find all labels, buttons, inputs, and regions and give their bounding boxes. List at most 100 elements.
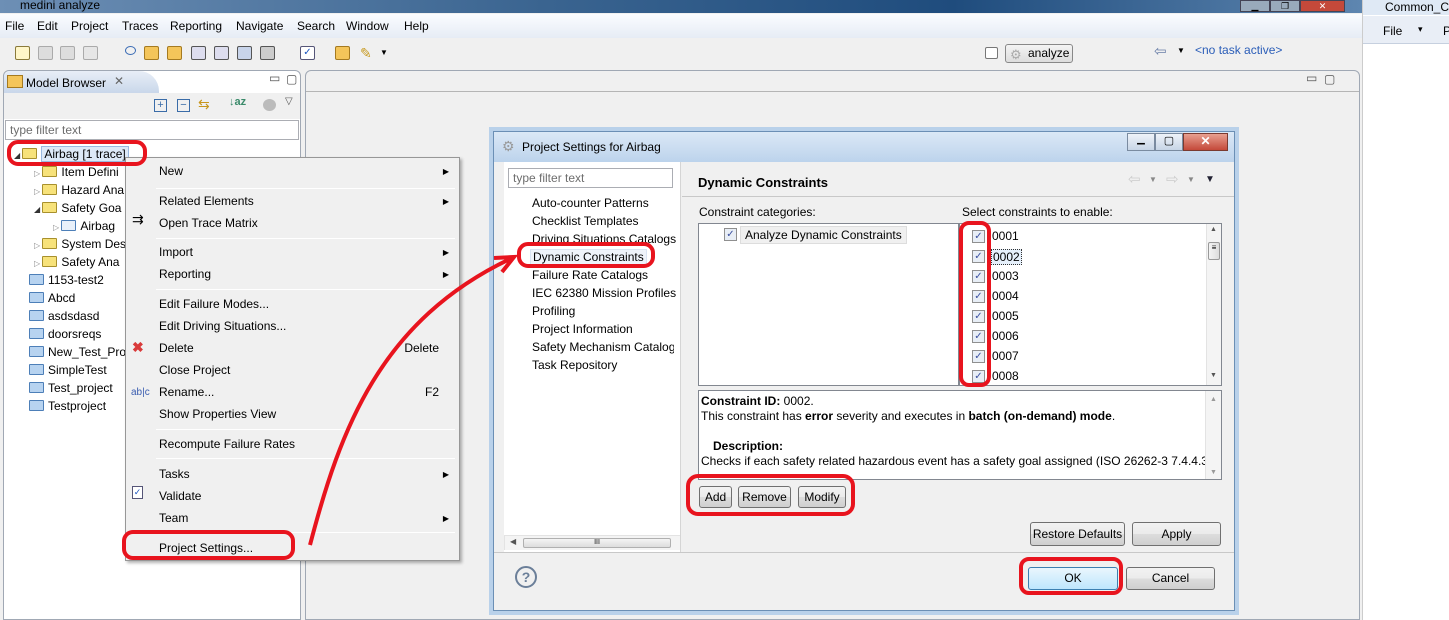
print-icon[interactable] <box>60 46 75 60</box>
remove-button[interactable]: Remove <box>738 486 791 508</box>
menu-help[interactable]: Help <box>404 19 429 33</box>
menu-item-edit-driving-situations[interactable]: Edit Driving Situations... <box>159 319 286 333</box>
minimize-button[interactable]: ▁ <box>1240 0 1270 12</box>
open-folder-icon[interactable] <box>144 46 159 60</box>
tree-item[interactable]: New_Test_Proj <box>29 345 129 359</box>
comment-icon[interactable] <box>125 46 136 55</box>
tree-item[interactable]: ▷ System Des <box>34 237 126 251</box>
description-scrollbar[interactable]: ▲ ▼ <box>1205 391 1221 479</box>
constraint-checkbox[interactable]: ✓ <box>972 230 985 243</box>
perspective-analyze-button[interactable]: ⚙ analyze <box>1005 44 1073 63</box>
link-editor-icon[interactable]: ⇆ <box>198 96 210 113</box>
constraint-checkbox[interactable]: ✓ <box>972 270 985 283</box>
menu-item-recompute-failure-rates[interactable]: Recompute Failure Rates <box>159 437 295 451</box>
menu-item-close-project[interactable]: Close Project <box>159 363 230 377</box>
new-icon[interactable] <box>15 46 30 60</box>
constraint-checkbox[interactable]: ✓ <box>972 370 985 383</box>
constraint-checkbox[interactable]: ✓ <box>972 290 985 303</box>
nav-horizontal-scrollbar[interactable]: ◀ III <box>504 535 680 550</box>
constraint-checkbox[interactable]: ✓ <box>972 350 985 363</box>
minimize-view-icon[interactable]: ▭ <box>269 71 280 85</box>
menu-item-validate[interactable]: Validate <box>159 489 201 503</box>
apply-button[interactable]: Apply <box>1132 522 1221 546</box>
nav-item[interactable]: Failure Rate Catalogs <box>532 268 648 282</box>
sort-az-icon[interactable]: ↓az <box>229 96 246 108</box>
tree-item[interactable]: ▷ Item Defini <box>34 165 119 179</box>
constraints-scrollbar[interactable]: ▲ ≡ ▼ <box>1206 224 1221 385</box>
category-checkbox[interactable]: ✓ <box>724 228 737 241</box>
tree-item[interactable]: ▷ Hazard Ana <box>34 183 124 197</box>
tree-item[interactable]: asdsdasd <box>29 309 99 323</box>
menu-item-rename[interactable]: Rename... <box>159 385 214 399</box>
help-icon[interactable]: ? <box>515 566 537 588</box>
filter-icon[interactable] <box>263 99 276 111</box>
menu-item-reporting[interactable]: Reporting <box>159 267 211 281</box>
cancel-button[interactable]: Cancel <box>1126 567 1215 590</box>
nav-item[interactable]: Task Repository <box>532 358 617 372</box>
menu-item-import[interactable]: Import <box>159 245 193 259</box>
forward-icon[interactable]: ⇨ <box>1166 170 1179 188</box>
menu-project[interactable]: Project <box>71 19 108 33</box>
collapse-all-icon[interactable]: − <box>177 99 190 112</box>
maximize-editor-icon[interactable]: ▢ <box>1324 72 1335 86</box>
scroll-thumb[interactable]: III <box>523 538 671 548</box>
menu-item-open-trace-matrix[interactable]: Open Trace Matrix <box>159 216 258 230</box>
back-arrow-icon[interactable]: ⇦ <box>1154 42 1167 60</box>
menu-item-delete[interactable]: Delete <box>159 341 194 355</box>
constraint-checkbox[interactable]: ✓ <box>972 330 985 343</box>
scroll-thumb[interactable]: ≡ <box>1208 242 1220 260</box>
tree-item[interactable]: Test_project <box>29 381 113 395</box>
report-icon[interactable] <box>83 46 98 60</box>
restore-button[interactable]: ❐ <box>1270 0 1300 12</box>
dialog-close-button[interactable]: ✕ <box>1183 133 1228 151</box>
view-menu-icon[interactable]: ▽ <box>285 96 293 107</box>
run-icon[interactable]: ✎ <box>360 46 375 60</box>
nav-item[interactable]: Checklist Templates <box>532 214 639 228</box>
dialog-restore-button[interactable]: ▢ <box>1155 133 1183 151</box>
background-menu-file[interactable]: File <box>1383 24 1402 38</box>
menu-item-related-elements[interactable]: Related Elements <box>159 194 254 208</box>
nav-item[interactable]: Profiling <box>532 304 575 318</box>
category-item[interactable]: Analyze Dynamic Constraints <box>740 226 907 244</box>
menu-item-tasks[interactable]: Tasks <box>159 467 190 481</box>
attach-icon[interactable] <box>191 46 206 60</box>
minimize-editor-icon[interactable]: ▭ <box>1306 71 1317 85</box>
list-icon[interactable] <box>260 46 275 60</box>
save-icon[interactable] <box>38 46 53 60</box>
history-dropdown-icon[interactable]: ▼ <box>1177 46 1185 55</box>
tree-item[interactable]: ◢ Safety Goa <box>34 201 121 215</box>
menu-item-new[interactable]: New <box>159 164 183 178</box>
menu-file[interactable]: File <box>5 19 24 33</box>
background-menu-dropdown[interactable]: ▾ <box>1418 24 1423 35</box>
tree-item[interactable]: SimpleTest <box>29 363 107 377</box>
tree-item[interactable]: 1153-test2 <box>29 273 104 287</box>
restore-defaults-button[interactable]: Restore Defaults <box>1030 522 1125 546</box>
tree-item[interactable]: doorsreqs <box>29 327 101 341</box>
menu-navigate[interactable]: Navigate <box>236 19 283 33</box>
menu-item-edit-failure-modes[interactable]: Edit Failure Modes... <box>159 297 269 311</box>
constraint-checkbox[interactable]: ✓ <box>972 250 985 263</box>
tree-item[interactable]: Abcd <box>29 291 75 305</box>
background-menu-p[interactable]: P <box>1443 24 1449 38</box>
menu-item-team[interactable]: Team <box>159 511 188 525</box>
open-project-icon[interactable] <box>335 46 350 60</box>
document-icon[interactable] <box>214 46 229 60</box>
dialog-minimize-button[interactable]: ▁ <box>1127 133 1155 151</box>
tree-item[interactable]: Testproject <box>29 399 106 413</box>
comment-document-icon[interactable] <box>237 46 252 60</box>
open-folder-numbered-icon[interactable] <box>167 46 182 60</box>
modify-button[interactable]: Modify <box>798 486 846 508</box>
model-filter-input[interactable]: type filter text <box>5 120 299 140</box>
tab-model-browser[interactable]: Model Browser ✕ <box>4 71 159 93</box>
back-icon[interactable]: ⇦ <box>1128 170 1141 188</box>
constraint-checkbox[interactable]: ✓ <box>972 310 985 323</box>
menu-edit[interactable]: Edit <box>37 19 58 33</box>
nav-item[interactable]: Safety Mechanism Catalogs <box>532 340 674 354</box>
nav-item-selected[interactable]: Dynamic Constraints <box>530 249 647 265</box>
maximize-view-icon[interactable]: ▢ <box>286 72 297 86</box>
add-button[interactable]: Add <box>699 486 732 508</box>
tree-item[interactable]: ◢ Airbag [1 trace] <box>14 146 129 162</box>
close-button[interactable]: ✕ <box>1300 0 1345 12</box>
close-tab-icon[interactable]: ✕ <box>114 74 124 88</box>
menu-search[interactable]: Search <box>297 19 335 33</box>
